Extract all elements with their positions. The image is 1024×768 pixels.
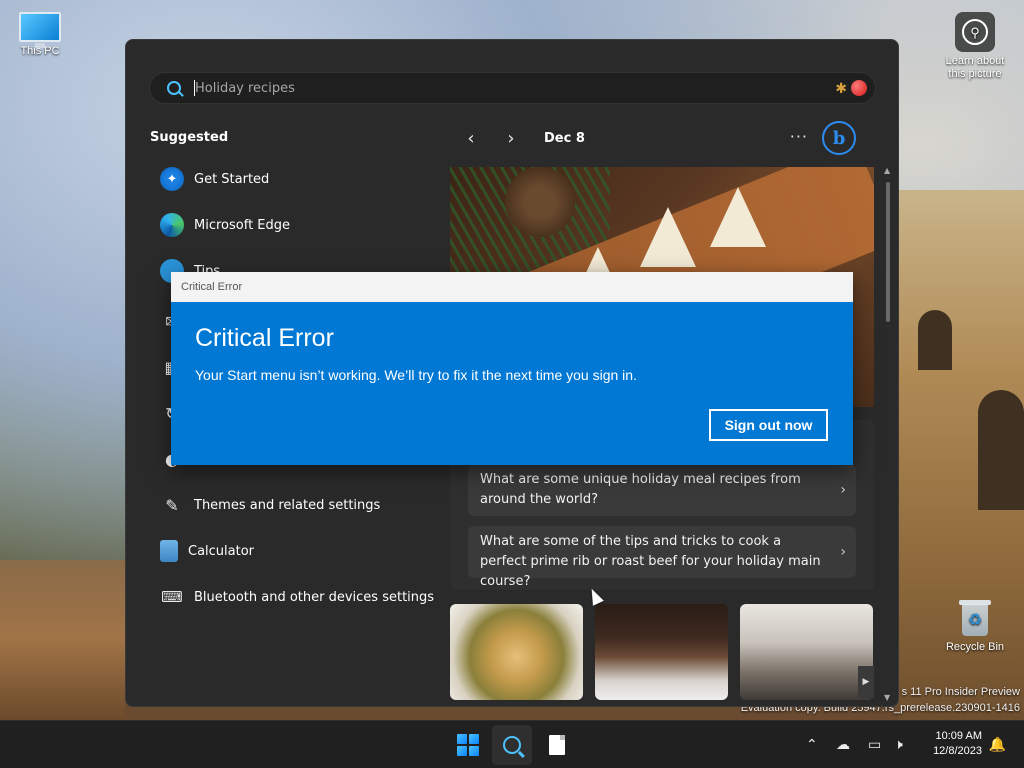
chevron-left-icon: ‹ xyxy=(467,127,475,149)
onedrive-status[interactable]: ☁ xyxy=(836,721,850,768)
search-icon xyxy=(167,81,181,95)
image-thumbnails: ▶ xyxy=(450,604,874,700)
suggested-heading: Suggested xyxy=(150,130,229,145)
scroll-thumb[interactable] xyxy=(886,182,890,322)
thumbnail-image[interactable] xyxy=(595,604,728,700)
question-card[interactable]: What are some of the tips and tricks to … xyxy=(468,526,856,589)
start-button[interactable] xyxy=(448,725,488,765)
get-started-icon: ✦ xyxy=(160,167,184,191)
chevron-up-icon: ⌃ xyxy=(806,737,818,753)
question-card[interactable]: What are some unique holiday meal recipe… xyxy=(468,464,856,516)
dialog-titlebar[interactable]: Critical Error xyxy=(171,272,853,302)
desktop-icon-label: Recycle Bin xyxy=(945,641,1005,653)
sign-out-button[interactable]: Sign out now xyxy=(709,409,828,441)
suggested-item-get-started[interactable]: ✦ Get Started xyxy=(150,156,440,202)
bing-button[interactable]: b xyxy=(822,121,856,155)
search-box[interactable]: ✱ xyxy=(149,72,876,104)
suggested-item-label: Calculator xyxy=(188,543,255,559)
desktop-icon-label: Learn about this picture xyxy=(945,55,1005,80)
more-options-button[interactable]: ··· xyxy=(790,127,808,146)
clock[interactable]: 10:09 AM 12/8/2023 xyxy=(933,729,982,759)
wallpaper-rocks xyxy=(0,560,125,720)
search-icon xyxy=(503,736,521,754)
suggested-item-calculator[interactable]: Calculator xyxy=(150,528,440,574)
watermark-line-1: s 11 Pro Insider Preview xyxy=(901,686,1020,698)
feed-scrollbar[interactable]: ▲ ▼ xyxy=(884,166,892,702)
desktop-icon-this-pc[interactable]: This PC xyxy=(10,12,70,58)
next-button[interactable]: › xyxy=(496,123,526,153)
network-icon: ▭ xyxy=(868,737,882,753)
bing-icon: b xyxy=(832,127,846,149)
cloud-offline-icon: ☁ xyxy=(836,737,850,753)
windows-logo-icon xyxy=(457,734,479,756)
camera-info-icon: ⚲ xyxy=(955,12,995,52)
suggested-item-label: Get Started xyxy=(194,171,270,187)
taskbar-file-button[interactable] xyxy=(537,725,577,765)
question-text: What are some of the tips and tricks to … xyxy=(480,534,821,589)
dialog-heading: Critical Error xyxy=(195,324,334,352)
scroll-up-icon[interactable]: ▲ xyxy=(884,166,890,175)
bluetooth-devices-icon: ⌨ xyxy=(161,588,183,606)
dialog-message: Your Start menu isn’t working. We’ll try… xyxy=(195,367,637,383)
chevron-right-icon: › xyxy=(840,482,846,498)
taskbar-search-button[interactable] xyxy=(492,725,532,765)
scroll-down-icon[interactable]: ▼ xyxy=(884,693,890,702)
recycle-bin-icon: ♻ xyxy=(958,598,992,638)
thumbnail-image[interactable] xyxy=(740,604,873,700)
next-thumbnails-button[interactable]: ▶ xyxy=(858,666,874,698)
clock-time: 10:09 AM xyxy=(935,730,982,742)
question-text: What are some unique holiday meal recipe… xyxy=(480,472,801,507)
pinecone-decoration xyxy=(505,167,575,237)
search-input[interactable] xyxy=(195,80,795,96)
critical-error-dialog: Critical Error Critical Error Your Start… xyxy=(171,272,853,465)
search-highlight-icon[interactable] xyxy=(851,80,867,96)
brush-icon: ✎ xyxy=(165,495,179,515)
suggested-item-bluetooth[interactable]: ⌨ Bluetooth and other devices settings xyxy=(150,574,440,620)
edge-icon xyxy=(160,213,184,237)
taskbar: ⌃ ☁ ▭ 🕨 10:09 AM 12/8/2023 🔔 xyxy=(0,720,1024,768)
desktop-icon-learn-about-picture[interactable]: ⚲ Learn about this picture xyxy=(938,12,1012,81)
clock-date: 12/8/2023 xyxy=(933,745,982,757)
suggested-item-label: Themes and related settings xyxy=(194,497,381,513)
thumbnail-image[interactable] xyxy=(450,604,583,700)
notification-bell-icon[interactable]: 🔔 xyxy=(989,737,1006,753)
chevron-right-icon: › xyxy=(507,127,515,149)
desktop-icon-recycle-bin[interactable]: ♻ Recycle Bin xyxy=(940,598,1010,654)
calculator-icon xyxy=(160,540,178,562)
chevron-right-icon: ▶ xyxy=(862,677,870,687)
speaker-muted-icon: 🕨 xyxy=(894,737,903,753)
feed-date: Dec 8 xyxy=(544,130,585,146)
monitor-icon xyxy=(19,12,61,48)
feed-nav: ‹ › Dec 8 ··· b xyxy=(456,121,876,155)
suggested-item-label: Microsoft Edge xyxy=(194,217,291,233)
suggested-item-themes[interactable]: ✎ Themes and related settings xyxy=(150,482,440,528)
volume-status[interactable]: 🕨 xyxy=(894,721,903,768)
suggested-item-edge[interactable]: Microsoft Edge xyxy=(150,202,440,248)
previous-button[interactable]: ‹ xyxy=(456,123,486,153)
food-decoration xyxy=(710,187,766,247)
suggested-item-label: Bluetooth and other devices settings xyxy=(194,589,435,605)
food-decoration xyxy=(640,207,696,267)
gingerbread-icon: ✱ xyxy=(835,81,847,97)
show-hidden-icons-button[interactable]: ⌃ xyxy=(806,721,818,768)
chevron-right-icon: › xyxy=(840,544,846,560)
file-icon xyxy=(549,735,565,755)
network-status[interactable]: ▭ xyxy=(868,721,881,768)
